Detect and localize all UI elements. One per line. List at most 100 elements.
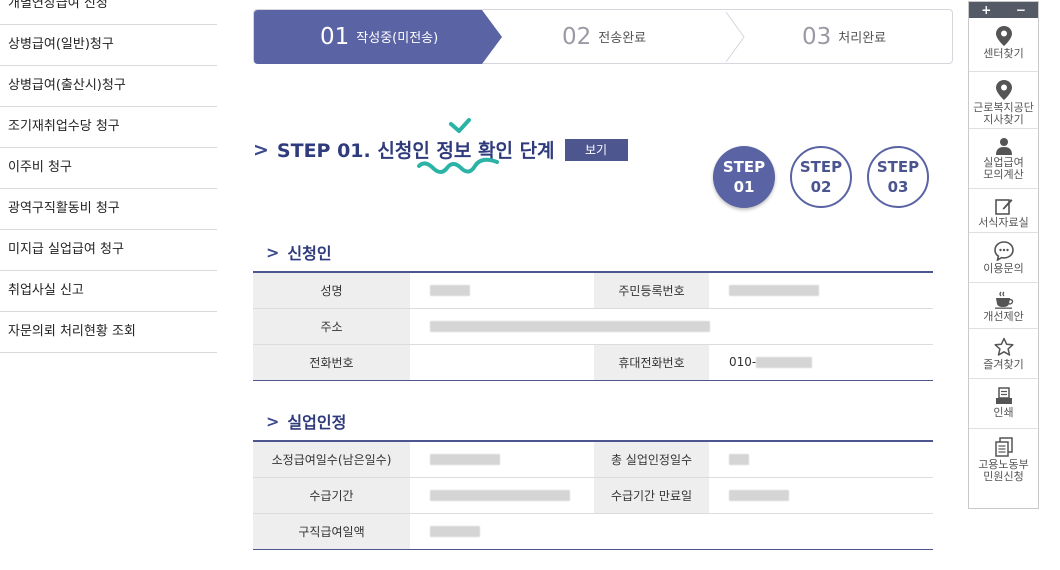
step-label: 작성중(미전송)	[356, 31, 439, 46]
unemployment-section-title: > 실업인정	[266, 409, 346, 433]
benefit-days-value	[410, 441, 594, 478]
quick-menu-label: 근로복지공단 지사찾기	[973, 101, 1034, 126]
step-number: 03	[802, 23, 832, 50]
step-circle-label: STEP	[876, 158, 920, 176]
empty-cell	[594, 513, 709, 550]
zoom-out-button[interactable]: −	[1016, 3, 1026, 17]
quick-menu-branch-search[interactable]: 근로복지공단 지사찾기	[969, 72, 1038, 129]
left-menu-item[interactable]: 광역구직활동비 청구	[0, 189, 217, 230]
quick-menu-center-search[interactable]: 센터찾기	[969, 18, 1038, 72]
step-label: 처리완료	[838, 31, 887, 46]
mobile-label: 휴대전화번호	[594, 344, 709, 381]
step-circle-01: STEP 01	[713, 146, 775, 208]
table-row: 구직급여일액	[253, 513, 933, 550]
unemployment-table: 소정급여일수(남은일수) 총 실업인정일수 수급기간 수급기간 만료일 구직급여…	[253, 440, 933, 550]
quick-menu-print[interactable]: 인쇄	[969, 379, 1038, 429]
quick-menu-label: 즐겨찾기	[983, 358, 1024, 371]
benefit-period-label: 수급기간	[253, 477, 410, 514]
step-03: 03 처리완료	[802, 10, 886, 63]
quick-menu-label: 인쇄	[993, 406, 1014, 419]
highlight-decoration	[417, 118, 499, 174]
total-days-label: 총 실업인정일수	[594, 441, 709, 478]
left-menu-item[interactable]: 상병급여(일반)청구	[0, 25, 217, 66]
quick-menu-label: 서식자료실	[978, 216, 1029, 229]
quick-menu-calculator[interactable]: 실업급여 모의계산	[969, 129, 1038, 189]
quick-menu-inquiry[interactable]: 이용문의	[969, 233, 1038, 283]
phone-label: 전화번호	[253, 344, 410, 381]
print-icon	[995, 387, 1012, 404]
quick-menu-suggestion[interactable]: 개선제안	[969, 283, 1038, 329]
expiry-value	[709, 477, 933, 514]
rrn-label: 주민등록번호	[594, 272, 709, 309]
map-pin-icon	[995, 26, 1012, 46]
address-label: 주소	[253, 308, 410, 345]
chevron-right-icon: >	[266, 242, 280, 262]
step-label: 전송완료	[598, 31, 647, 46]
table-row: 주소	[253, 308, 933, 345]
step-circle-number: 01	[733, 178, 755, 196]
phone-value	[410, 344, 594, 381]
rrn-value	[709, 272, 933, 309]
quick-menu-label: 실업급여 모의계산	[983, 156, 1024, 181]
table-row: 전화번호 휴대전화번호 010-	[253, 344, 933, 381]
chevron-right-icon: >	[266, 411, 280, 431]
step-circle-number: 03	[887, 178, 909, 196]
section-title: 실업인정	[287, 413, 347, 432]
step-01: 01 작성중(미전송)	[320, 10, 438, 63]
person-icon	[995, 138, 1012, 155]
zoom-controls: + −	[969, 2, 1038, 18]
left-menu-item[interactable]: 이주비 청구	[0, 148, 217, 189]
section-title: 신청인	[287, 244, 332, 263]
table-row: 소정급여일수(남은일수) 총 실업인정일수	[253, 441, 933, 478]
quick-menu-label: 개선제안	[983, 310, 1024, 323]
daily-amount-value	[410, 513, 594, 550]
step-circle-03: STEP 03	[867, 146, 929, 208]
step-divider-arrow	[725, 11, 745, 63]
quick-menu-label: 이용문의	[983, 262, 1024, 275]
chat-icon	[993, 241, 1014, 261]
step-circle-number: 02	[810, 178, 832, 196]
document-icon	[994, 437, 1013, 457]
benefit-days-label: 소정급여일수(남은일수)	[253, 441, 410, 478]
zoom-in-button[interactable]: +	[981, 3, 991, 17]
coffee-icon	[994, 291, 1013, 309]
quick-menu: + − 센터찾기 근로복지공단 지사찾기 실업급여 모의계산 서식자료실 이용문…	[968, 1, 1039, 509]
table-row: 성명 주민등록번호	[253, 272, 933, 309]
squiggle-decoration	[417, 157, 499, 174]
left-menu-item[interactable]: 자문의뢰 처리현황 조회	[0, 312, 217, 353]
quick-menu-civil-petition[interactable]: 고용노동부 민원신청	[969, 429, 1038, 487]
name-label: 성명	[253, 272, 410, 309]
total-days-value	[709, 441, 933, 478]
quick-menu-favorites[interactable]: 즐겨찾기	[969, 329, 1038, 379]
view-button[interactable]: 보기	[564, 138, 628, 161]
quick-menu-label: 고용노동부 민원신청	[978, 458, 1029, 483]
left-menu-item[interactable]: 개별연장급여 신청	[0, 0, 217, 25]
step-number: 02	[562, 23, 592, 50]
chevron-right-icon: >	[253, 138, 269, 161]
expiry-label: 수급기간 만료일	[594, 477, 709, 514]
benefit-period-value	[410, 477, 594, 514]
step-circle-label: STEP	[799, 158, 843, 176]
mobile-value: 010-	[709, 344, 933, 381]
step-circle-02: STEP 02	[790, 146, 852, 208]
left-menu-item[interactable]: 미지급 실업급여 청구	[0, 230, 217, 271]
map-pin-icon	[995, 80, 1012, 100]
applicant-section-title: > 신청인	[266, 240, 332, 264]
table-row: 수급기간 수급기간 만료일	[253, 477, 933, 514]
checkmark-decoration	[449, 118, 471, 133]
edit-icon	[994, 199, 1012, 215]
step-number: 01	[320, 23, 350, 50]
left-menu-item[interactable]: 상병급여(출산시)청구	[0, 66, 217, 107]
star-icon	[993, 337, 1014, 356]
left-menu-item[interactable]: 취업사실 신고	[0, 271, 217, 312]
progress-step-bar: 01 작성중(미전송) 02 전송완료 03 처리완료	[253, 9, 953, 64]
quick-menu-forms[interactable]: 서식자료실	[969, 189, 1038, 233]
step-02: 02 전송완료	[562, 10, 646, 63]
left-menu: 개별연장급여 신청 상병급여(일반)청구 상병급여(출산시)청구 조기재취업수당…	[0, 0, 217, 353]
left-menu-item[interactable]: 조기재취업수당 청구	[0, 107, 217, 148]
step-circle-label: STEP	[722, 158, 766, 176]
address-value	[410, 308, 933, 345]
mobile-prefix: 010-	[729, 355, 757, 369]
daily-amount-label: 구직급여일액	[253, 513, 410, 550]
name-value	[410, 272, 594, 309]
